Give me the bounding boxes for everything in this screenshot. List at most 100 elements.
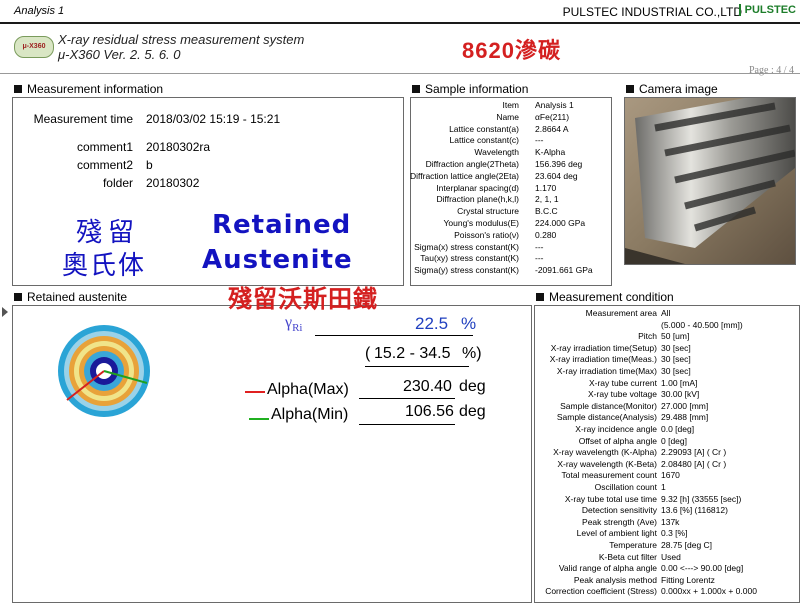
range-close: %) — [462, 345, 482, 362]
meas-cond-row: Sample distance(Analysis) 29.488 [mm] — [535, 412, 797, 424]
meas-cond-key: X-ray tube total use time — [564, 493, 657, 504]
alpha-max-legend — [245, 391, 265, 393]
sample-info-value: αFe(211) — [535, 111, 570, 122]
camera-heading: Camera image — [626, 82, 718, 96]
analysis-label: Analysis 1 — [14, 5, 65, 17]
alpha-min-label: Alpha(Min) — [271, 406, 349, 423]
version-text: μ-X360 Ver. 2. 5. 6. 0 — [58, 47, 181, 62]
meas-cond-value: 0.3 [%] — [661, 528, 688, 539]
meas-cond-row: Total measurement count 1670 — [535, 470, 797, 482]
sample-info-row: Sigma(y) stress constant(K) -2091.661 GPa — [411, 265, 593, 278]
alpha-min-legend — [249, 418, 269, 420]
sample-info-key: Lattice constant(c) — [449, 135, 519, 146]
square-bullet-icon — [14, 85, 22, 93]
meas-cond-row: X-ray wavelength (K-Beta) 2.08480 [A] ( C… — [535, 459, 797, 471]
meas-cond-row: Level of ambient light 0.3 [%] — [535, 528, 797, 540]
sample-info-key: Sigma(y) stress constant(K) — [414, 265, 519, 276]
overlay-en-line2: Austenite — [202, 245, 353, 275]
square-bullet-icon — [412, 85, 420, 93]
meas-cond-row: Sample distance(Monitor) 27.000 [mm] — [535, 401, 797, 413]
meas-cond-key: Measurement area — [585, 308, 657, 318]
meas-cond-value: 0 [deg] — [661, 435, 687, 446]
meas-cond-row: X-ray irradiation time(Max) 30 [sec] — [535, 366, 797, 378]
meas-cond-value: 28.75 [deg C] — [661, 540, 713, 550]
sample-info-table: Item Analysis 1 Name αFe(211) Lattice consta… — [410, 100, 609, 281]
meas-cond-heading: Measurement condition — [536, 290, 674, 304]
meas-cond-key: Peak strength (Ave) — [582, 516, 657, 527]
sample-info-title: Sample information — [425, 82, 529, 96]
title-bar: Analysis 1 PULSTEC INDUSTRIAL CO.,LTD PU… — [0, 0, 800, 24]
meas-cond-row: Offset of alpha angle 0 [deg] — [535, 436, 797, 448]
mi-value: b — [146, 158, 153, 172]
header-divider — [0, 73, 800, 74]
meas-cond-key: Sample distance(Analysis) — [556, 412, 657, 423]
mi-key: comment2 — [76, 158, 133, 172]
meas-cond-value: 2.29093 [A] ( Cr ) — [661, 447, 727, 458]
sample-info-key: Name — [496, 111, 519, 122]
meas-cond-key: Peak analysis method — [573, 574, 657, 585]
overlay-en-line1: Retained — [212, 210, 352, 240]
meas-cond-row: X-ray irradiation time(Setup) 30 [sec] — [535, 343, 797, 355]
sample-info-value: Analysis 1 — [535, 100, 574, 110]
meas-cond-row: Oscillation count 1 — [535, 482, 797, 494]
meas-cond-row: K-Beta cut filter Used — [535, 552, 797, 564]
sample-info-row: Diffraction lattice angle(2Eta) 23.604 de… — [410, 171, 593, 184]
meas-cond-table: Measurement area All (5.000 - 40.500 [mm])… — [535, 308, 797, 602]
meas-cond-row: X-ray irradiation time(Meas.) 30 [sec] — [535, 354, 797, 366]
alpha-min-value: 106.56 — [405, 403, 454, 420]
range-value: 15.2 - 34.5 — [374, 345, 451, 362]
sample-info-value: 2, 1, 1 — [535, 194, 559, 205]
camera-image — [624, 97, 796, 265]
sample-info-value: 224.000 GPa — [535, 218, 586, 228]
sample-info-panel: Item Analysis 1 Name αFe(211) Lattice consta… — [410, 97, 612, 286]
meas-cond-value: 0.000xx + 1.000x + 0.000 — [661, 586, 757, 597]
retained-panel: γRi 22.5 % ( 15.2 - 34.5 %) Alpha(Max) 2… — [12, 305, 532, 603]
sample-info-key: Poisson's ratio(ν) — [454, 229, 519, 240]
meas-cond-value: 27.000 [mm] — [661, 400, 709, 411]
alpha-max-label: Alpha(Max) — [267, 381, 349, 398]
meas-cond-row: Correction coefficient (Stress) 0.000xx +… — [535, 586, 797, 598]
range-underline — [365, 366, 469, 367]
meas-cond-key: X-ray tube current — [588, 377, 657, 388]
meas-cond-row: X-ray incidence angle 0.0 [deg] — [535, 424, 797, 436]
retained-heading: Retained austenite — [14, 290, 127, 304]
meas-cond-value: 30 [sec] — [661, 354, 691, 365]
red-title: 8620滲碳 — [462, 38, 561, 63]
meas-cond-key: Offset of alpha angle — [578, 435, 657, 446]
meas-cond-value: 0.0 [deg] — [661, 424, 695, 434]
meas-cond-row: (5.000 - 40.500 [mm]) — [535, 320, 797, 332]
sample-info-value: B.C.C — [535, 206, 558, 217]
meas-cond-value: 1670 — [661, 470, 680, 481]
camera-photo — [625, 98, 795, 264]
meas-cond-key: Total measurement count — [561, 470, 657, 481]
square-bullet-icon — [626, 85, 634, 93]
gamma-label: γRi — [285, 314, 303, 335]
meas-cond-row: Pitch 50 [um] — [535, 331, 797, 343]
meas-cond-row: X-ray tube current 1.00 [mA] — [535, 378, 797, 390]
left-arrow-icon[interactable] — [2, 307, 8, 317]
meas-cond-key: X-ray wavelength (K-Alpha) — [553, 447, 657, 458]
page-number: Page : 4 / 4 — [749, 65, 794, 76]
sample-info-value: 1.170 — [535, 182, 557, 193]
sample-info-value: --- — [535, 253, 544, 264]
sample-info-key: Interplanar spacing(d) — [436, 182, 519, 193]
meas-cond-value: All — [661, 308, 671, 318]
sample-info-value: --- — [535, 241, 544, 252]
sample-info-key: Wavelength — [474, 147, 519, 158]
measurement-info-title: Measurement information — [27, 82, 164, 96]
meas-cond-key: X-ray incidence angle — [575, 424, 657, 434]
meas-cond-value: 9.32 [h] (33555 [sec]) — [661, 493, 742, 504]
meas-cond-value: 0.00 <---> 90.00 [deg] — [661, 563, 744, 574]
gamma-value: 22.5 — [415, 314, 449, 333]
alpha-min-underline — [359, 424, 455, 425]
product-logo: μ-X360 — [14, 36, 54, 58]
sample-info-value: K-Alpha — [535, 147, 566, 158]
sample-info-key: Diffraction angle(2Theta) — [425, 159, 519, 169]
meas-cond-row: Peak strength (Ave) 137k — [535, 517, 797, 529]
sample-info-row: Name αFe(211) — [411, 111, 593, 125]
sample-info-heading: Sample information — [412, 82, 528, 96]
camera-title: Camera image — [639, 82, 718, 96]
deg-unit: deg — [459, 378, 486, 395]
sample-info-value: --- — [535, 135, 544, 146]
meas-cond-value: (5.000 - 40.500 [mm]) — [661, 319, 743, 330]
